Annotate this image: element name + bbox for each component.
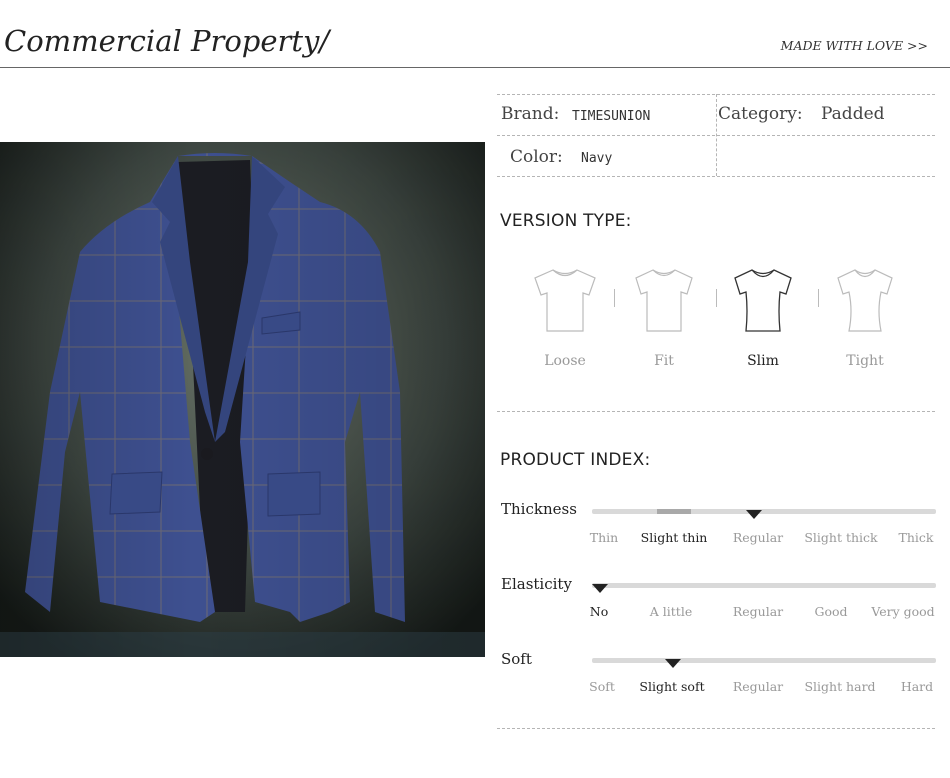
product-photo <box>0 142 485 657</box>
soft-tick: Slight hard <box>804 679 876 694</box>
thickness-tick: Regular <box>732 530 784 545</box>
product-index-title: PRODUCT INDEX: <box>500 450 651 470</box>
elasticity-track <box>592 583 936 588</box>
version-type-title: VERSION TYPE: <box>500 211 632 231</box>
thickness-tick: Slight thin <box>640 530 708 545</box>
thickness-marker <box>746 510 762 519</box>
page-title: Commercial Property/ <box>4 24 330 58</box>
category-label: Category: <box>718 104 803 124</box>
thickness-tick: Thin <box>589 530 619 545</box>
version-separator <box>818 289 819 307</box>
elasticity-tick: Good <box>814 604 848 619</box>
soft-tick: Hard <box>900 679 934 694</box>
elasticity-marker <box>592 584 608 593</box>
tshirt-slim-icon <box>731 267 795 333</box>
made-with-love-tagline: MADE WITH LOVE >> <box>780 38 928 53</box>
thickness-label: Thickness <box>501 500 577 518</box>
version-option-loose: Loose <box>544 353 586 369</box>
soft-track <box>592 658 936 663</box>
color-value: Navy <box>581 151 613 166</box>
tshirt-loose-icon <box>533 267 597 333</box>
soft-tick: Slight soft <box>639 679 705 694</box>
elasticity-tick: A little <box>649 604 693 619</box>
thickness-tick: Slight thick <box>804 530 878 545</box>
soft-marker <box>665 659 681 668</box>
section-divider <box>497 411 935 412</box>
attr-divider-bottom <box>497 176 935 177</box>
elasticity-tick: Regular <box>732 604 784 619</box>
soft-tick: Soft <box>589 679 615 694</box>
elasticity-tick: No <box>589 604 609 619</box>
version-option-tight: Tight <box>846 353 884 369</box>
version-option-slim: Slim <box>747 353 779 369</box>
soft-label: Soft <box>501 650 532 668</box>
thickness-highlight <box>657 509 691 514</box>
soft-tick: Regular <box>732 679 784 694</box>
brand-value: TIMESUNION <box>572 109 651 124</box>
version-option-fit: Fit <box>654 353 674 369</box>
elasticity-tick: Very good <box>871 604 935 619</box>
thickness-track <box>592 509 936 514</box>
version-separator <box>716 289 717 307</box>
header-divider <box>0 67 950 68</box>
bottom-divider <box>497 728 935 729</box>
elasticity-label: Elasticity <box>501 575 572 593</box>
tshirt-fit-icon <box>632 267 696 333</box>
thickness-tick: Thick <box>898 530 934 545</box>
attr-divider-vertical <box>716 94 717 176</box>
version-separator <box>614 289 615 307</box>
brand-label: Brand: <box>501 104 560 124</box>
color-label: Color: <box>510 147 563 167</box>
category-value: Padded <box>821 104 885 124</box>
tshirt-tight-icon <box>833 267 897 333</box>
